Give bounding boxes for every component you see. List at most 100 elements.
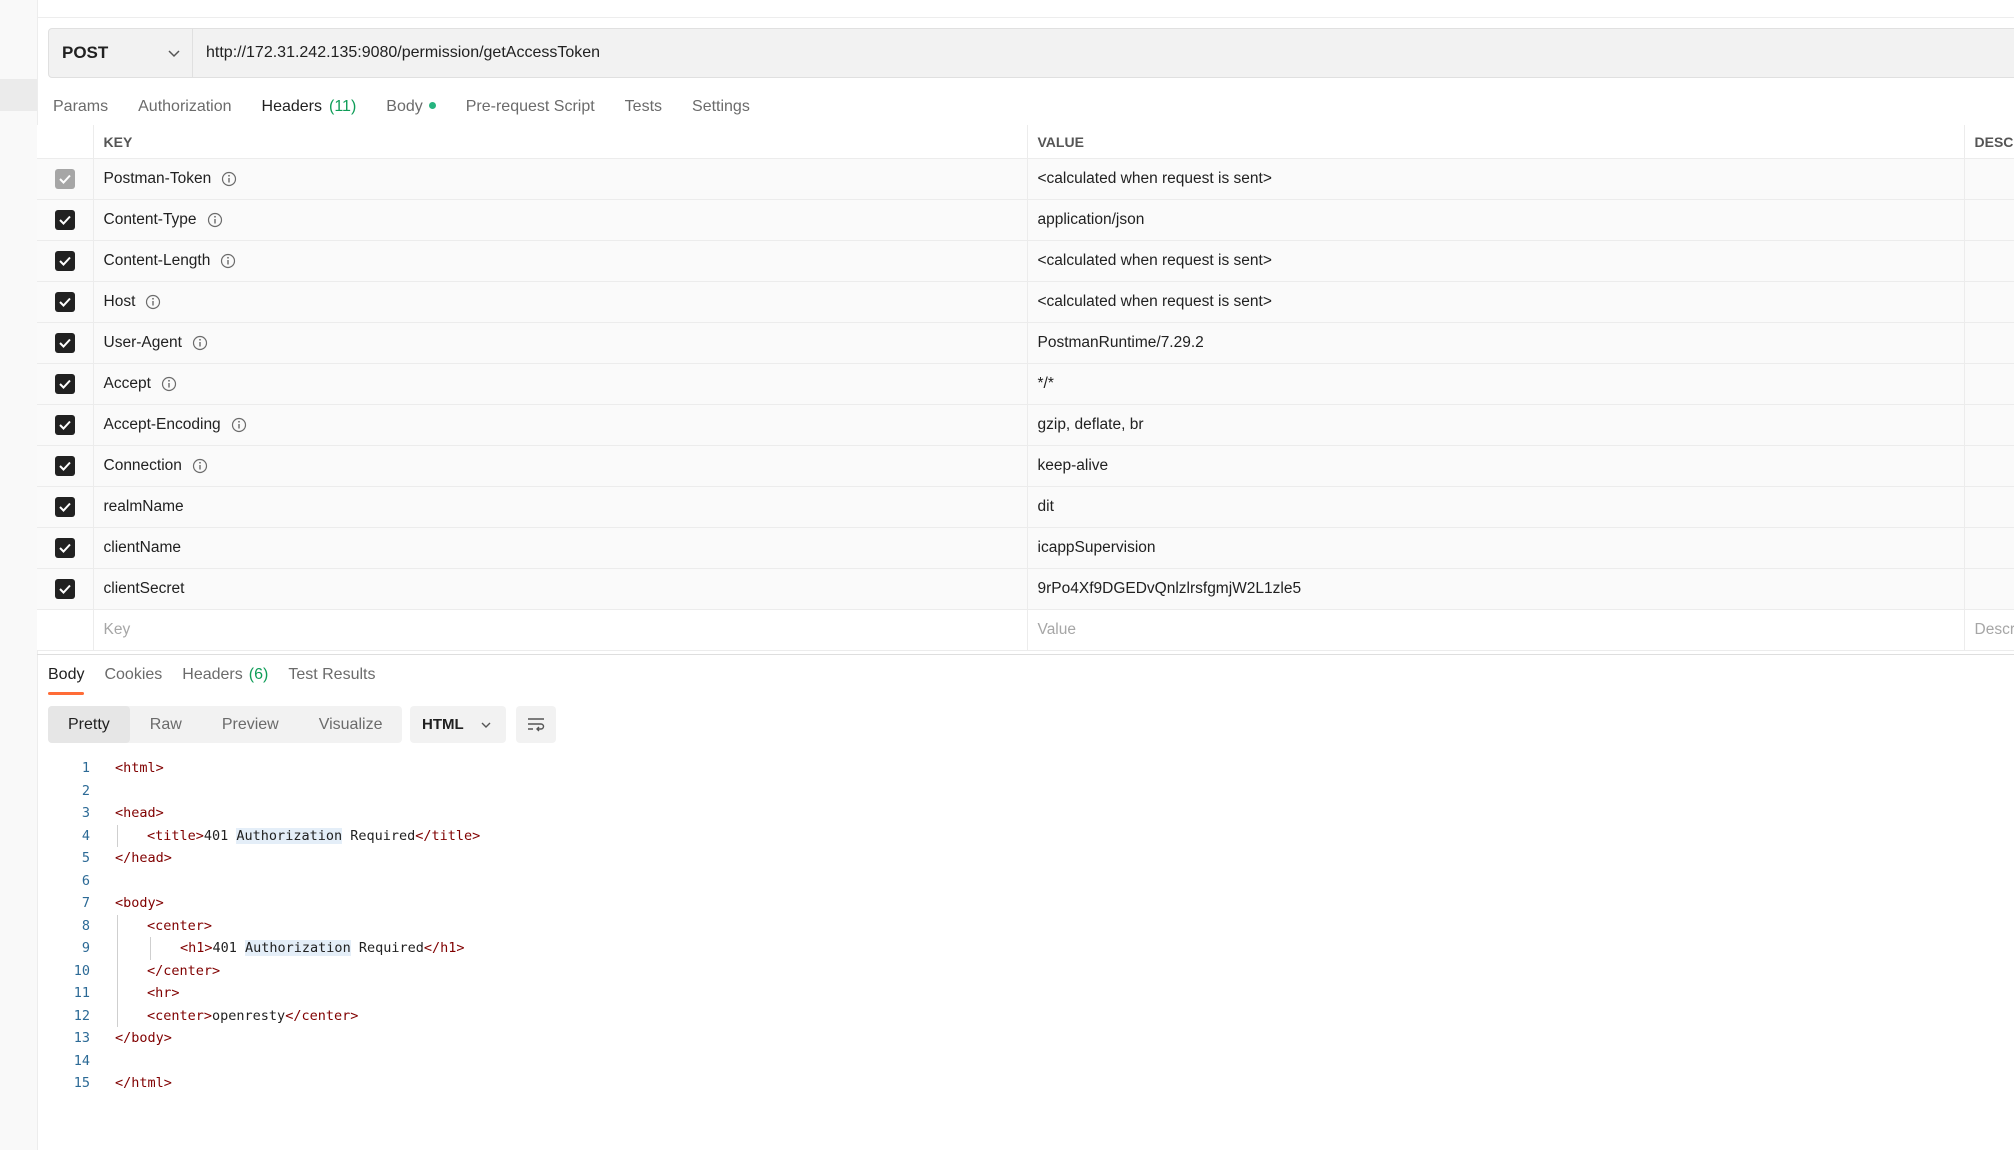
- tab-pre-request-script[interactable]: Pre-request Script: [466, 96, 595, 128]
- view-raw-button[interactable]: Raw: [130, 706, 202, 743]
- left-sidebar: [0, 0, 38, 1150]
- value-placeholder: Value: [1037, 621, 1077, 638]
- code-token: <title>: [147, 827, 204, 844]
- url-input[interactable]: http://172.31.242.135:9080/permission/ge…: [206, 29, 600, 77]
- checkbox[interactable]: [54, 292, 75, 312]
- checkbox-cell: [37, 609, 94, 651]
- info-icon[interactable]: [145, 294, 161, 310]
- value-cell[interactable]: PostmanRuntime/7.29.2: [1027, 322, 1965, 364]
- indent-guide: [150, 937, 151, 960]
- description-cell[interactable]: [1964, 445, 2014, 487]
- checkbox-cell: [37, 404, 94, 446]
- checkbox[interactable]: [54, 415, 75, 435]
- key-cell[interactable]: Host: [93, 281, 1028, 323]
- tab-authorization[interactable]: Authorization: [138, 96, 231, 128]
- value-cell[interactable]: <calculated when request is sent>: [1027, 158, 1965, 200]
- table-row: Postman-Token <calculated when request i…: [37, 158, 2014, 200]
- tab-headers[interactable]: Headers (11): [261, 96, 357, 128]
- tab-response-headers[interactable]: Headers (6): [182, 664, 268, 695]
- tab-cookies[interactable]: Cookies: [104, 664, 162, 695]
- view-preview-button[interactable]: Preview: [202, 706, 299, 743]
- key-cell[interactable]: clientName: [93, 527, 1028, 569]
- line-number: 9: [81, 940, 90, 956]
- info-icon[interactable]: [192, 335, 208, 351]
- checkbox[interactable]: [54, 333, 75, 353]
- code-token: </center>: [147, 962, 221, 979]
- code-token: Authorization: [245, 940, 351, 956]
- line-number: 2: [81, 782, 90, 799]
- new-value-input[interactable]: Value: [1027, 609, 1965, 651]
- tab-settings[interactable]: Settings: [692, 96, 750, 128]
- value-column-header: VALUE: [1027, 125, 1965, 159]
- view-visualize-button[interactable]: Visualize: [299, 706, 403, 743]
- description-cell[interactable]: [1964, 240, 2014, 282]
- description-cell[interactable]: [1964, 363, 2014, 405]
- line-number: 7: [81, 895, 90, 911]
- key-text: Connection: [103, 457, 182, 474]
- tab-response-body[interactable]: Body: [48, 664, 85, 695]
- checkbox-cell: [37, 568, 94, 610]
- description-cell[interactable]: [1964, 322, 2014, 364]
- headers-count: (11): [329, 98, 357, 115]
- checkbox[interactable]: [54, 579, 75, 599]
- new-key-input[interactable]: Key: [93, 609, 1028, 651]
- value-cell[interactable]: gzip, deflate, br: [1027, 404, 1965, 446]
- key-cell[interactable]: clientSecret: [93, 568, 1028, 610]
- checkbox[interactable]: [54, 210, 75, 230]
- value-cell[interactable]: application/json: [1027, 199, 1965, 241]
- wrap-lines-button[interactable]: [516, 706, 556, 743]
- response-divider: [37, 654, 2014, 655]
- key-cell[interactable]: Accept: [93, 363, 1028, 405]
- chevron-down-icon: [168, 50, 180, 58]
- view-pretty-button[interactable]: Pretty: [48, 706, 130, 743]
- description-cell[interactable]: [1964, 199, 2014, 241]
- checkbox[interactable]: [54, 169, 75, 189]
- key-cell[interactable]: Content-Type: [93, 199, 1028, 241]
- check-icon: [59, 461, 71, 471]
- key-cell[interactable]: Postman-Token: [93, 158, 1028, 200]
- description-cell[interactable]: [1964, 527, 2014, 569]
- tab-tests[interactable]: Tests: [625, 96, 662, 128]
- value-cell[interactable]: <calculated when request is sent>: [1027, 281, 1965, 323]
- key-cell[interactable]: Content-Length: [93, 240, 1028, 282]
- info-icon[interactable]: [161, 376, 177, 392]
- view-mode-group: Pretty Raw Preview Visualize: [48, 706, 403, 743]
- description-cell[interactable]: [1964, 486, 2014, 528]
- sidebar-selected-item[interactable]: [0, 79, 37, 111]
- value-cell[interactable]: */*: [1027, 363, 1965, 405]
- key-placeholder: Key: [103, 621, 131, 638]
- value-cell[interactable]: icappSupervision: [1027, 527, 1965, 569]
- checkbox[interactable]: [54, 538, 75, 558]
- description-cell[interactable]: [1964, 158, 2014, 200]
- checkbox[interactable]: [54, 374, 75, 394]
- key-cell[interactable]: User-Agent: [93, 322, 1028, 364]
- description-cell[interactable]: [1964, 568, 2014, 610]
- description-cell[interactable]: [1964, 404, 2014, 446]
- description-cell[interactable]: [1964, 281, 2014, 323]
- code-token: <center>: [147, 917, 213, 934]
- info-icon[interactable]: [220, 253, 236, 269]
- key-cell[interactable]: realmName: [93, 486, 1028, 528]
- value-cell[interactable]: <calculated when request is sent>: [1027, 240, 1965, 282]
- tab-body[interactable]: Body: [386, 96, 436, 128]
- new-description-input[interactable]: Descr: [1964, 609, 2014, 651]
- checkbox[interactable]: [54, 497, 75, 517]
- info-icon[interactable]: [231, 417, 247, 433]
- tab-params[interactable]: Params: [53, 96, 108, 128]
- value-cell[interactable]: dit: [1027, 486, 1965, 528]
- method-select[interactable]: POST: [49, 29, 193, 77]
- language-select[interactable]: HTML: [410, 706, 506, 743]
- checkbox[interactable]: [54, 456, 75, 476]
- key-cell[interactable]: Accept-Encoding: [93, 404, 1028, 446]
- response-headers-count: (6): [248, 666, 269, 683]
- key-cell[interactable]: Connection: [93, 445, 1028, 487]
- key-text: clientSecret: [103, 580, 185, 597]
- tab-test-results[interactable]: Test Results: [288, 664, 375, 695]
- info-icon[interactable]: [207, 212, 223, 228]
- info-icon[interactable]: [192, 458, 208, 474]
- value-cell[interactable]: 9rPo4Xf9DGEDvQnlzlrsfgmjW2L1zle5: [1027, 568, 1965, 610]
- info-icon[interactable]: [221, 171, 237, 187]
- value-cell[interactable]: keep-alive: [1027, 445, 1965, 487]
- tab-label: Authorization: [138, 98, 232, 115]
- checkbox[interactable]: [54, 251, 75, 271]
